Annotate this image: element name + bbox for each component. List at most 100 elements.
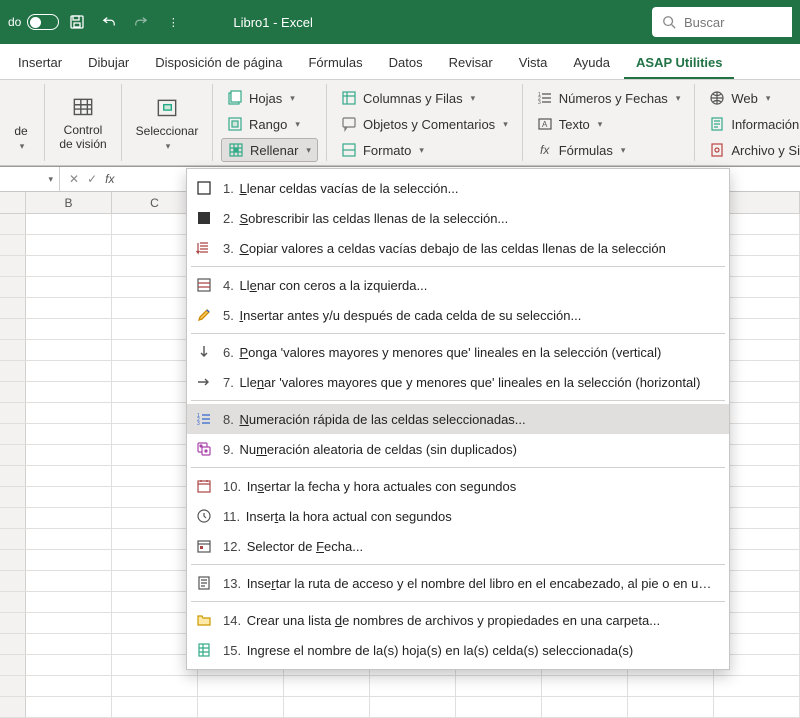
cell[interactable] xyxy=(198,676,284,696)
menu-item-8[interactable]: 1238. Numeración rápida de las celdas se… xyxy=(187,404,729,434)
row-header[interactable] xyxy=(0,508,26,528)
cell[interactable] xyxy=(370,697,456,717)
cell[interactable] xyxy=(714,697,800,717)
row-header[interactable] xyxy=(0,592,26,612)
row-header[interactable] xyxy=(0,466,26,486)
row-header[interactable] xyxy=(0,277,26,297)
btn-formulas[interactable]: fxFórmulas▾ xyxy=(531,138,687,162)
tab-formulas[interactable]: Fórmulas xyxy=(296,47,374,79)
cell[interactable] xyxy=(456,676,542,696)
name-box[interactable]: ▾ xyxy=(0,167,60,191)
cell[interactable] xyxy=(26,529,112,549)
cell[interactable] xyxy=(628,697,714,717)
menu-item-7[interactable]: 7. Llenar 'valores mayores que y menores… xyxy=(187,367,729,397)
cell[interactable] xyxy=(284,676,370,696)
tab-disposicion[interactable]: Disposición de página xyxy=(143,47,294,79)
menu-item-10[interactable]: 10. Insertar la fecha y hora actuales co… xyxy=(187,471,729,501)
cell[interactable] xyxy=(26,571,112,591)
btn-rango[interactable]: Rango▾ xyxy=(221,112,318,136)
tab-asap-utilities[interactable]: ASAP Utilities xyxy=(624,47,734,79)
row-header[interactable] xyxy=(0,571,26,591)
ribbon-big-vision[interactable]: Control de visión xyxy=(53,86,113,160)
qat-customize-icon[interactable]: ⋮ xyxy=(159,8,187,36)
menu-item-12[interactable]: 12. Selector de Fecha... xyxy=(187,531,729,561)
row-header[interactable] xyxy=(0,445,26,465)
cell[interactable] xyxy=(26,466,112,486)
cell[interactable] xyxy=(198,697,284,717)
cell[interactable] xyxy=(26,655,112,675)
cell[interactable] xyxy=(26,235,112,255)
btn-informacion[interactable]: Información▾ xyxy=(703,112,800,136)
row-header[interactable] xyxy=(0,382,26,402)
cell[interactable] xyxy=(26,277,112,297)
btn-formato[interactable]: Formato▾ xyxy=(335,138,514,162)
btn-archivo-sistema[interactable]: Archivo y Sistema▾ xyxy=(703,138,800,162)
ribbon-big-seleccionar[interactable]: Seleccionar ▾ xyxy=(130,86,204,160)
btn-rellenar[interactable]: Rellenar▾ xyxy=(221,138,318,162)
menu-item-11[interactable]: 11. Inserta la hora actual con segundos xyxy=(187,501,729,531)
cell[interactable] xyxy=(26,340,112,360)
ribbon-big-de[interactable]: de ▾ xyxy=(6,86,36,160)
row-header[interactable] xyxy=(0,634,26,654)
row-header[interactable] xyxy=(0,424,26,444)
cell[interactable] xyxy=(26,697,112,717)
cell[interactable] xyxy=(284,697,370,717)
col-header[interactable]: B xyxy=(26,192,112,213)
cell[interactable] xyxy=(26,613,112,633)
cell[interactable] xyxy=(26,676,112,696)
row-header[interactable] xyxy=(0,256,26,276)
row-header[interactable] xyxy=(0,298,26,318)
row-header[interactable] xyxy=(0,550,26,570)
btn-columnas-filas[interactable]: Columnas y Filas▾ xyxy=(335,86,514,110)
cell[interactable] xyxy=(456,697,542,717)
tab-datos[interactable]: Datos xyxy=(377,47,435,79)
tab-insertar[interactable]: Insertar xyxy=(6,47,74,79)
cell[interactable] xyxy=(26,361,112,381)
cell[interactable] xyxy=(26,214,112,234)
cell[interactable] xyxy=(26,508,112,528)
cell[interactable] xyxy=(26,445,112,465)
cell[interactable] xyxy=(26,487,112,507)
menu-item-15[interactable]: 15. Ingrese el nombre de la(s) hoja(s) e… xyxy=(187,635,729,665)
cell[interactable] xyxy=(26,550,112,570)
accept-formula-icon[interactable]: ✓ xyxy=(84,172,100,186)
cell[interactable] xyxy=(26,403,112,423)
undo-icon[interactable] xyxy=(95,8,123,36)
cell[interactable] xyxy=(26,382,112,402)
cell[interactable] xyxy=(26,424,112,444)
cell[interactable] xyxy=(26,256,112,276)
row-header[interactable] xyxy=(0,697,26,717)
btn-numeros-fechas[interactable]: 123Números y Fechas▾ xyxy=(531,86,687,110)
menu-item-2[interactable]: 2. Sobrescribir las celdas llenas de la … xyxy=(187,203,729,233)
cell[interactable] xyxy=(26,319,112,339)
row-header[interactable] xyxy=(0,655,26,675)
save-icon[interactable] xyxy=(63,8,91,36)
menu-item-9[interactable]: 9. Numeración aleatoria de celdas (sin d… xyxy=(187,434,729,464)
menu-item-5[interactable]: 5. Insertar antes y/u después de cada ce… xyxy=(187,300,729,330)
tab-vista[interactable]: Vista xyxy=(507,47,560,79)
cell[interactable] xyxy=(112,697,198,717)
row-header[interactable] xyxy=(0,214,26,234)
btn-objetos[interactable]: Objetos y Comentarios▾ xyxy=(335,112,514,136)
autosave-toggle[interactable] xyxy=(27,14,59,30)
btn-hojas[interactable]: Hojas▾ xyxy=(221,86,318,110)
menu-item-13[interactable]: 13. Insertar la ruta de acceso y el nomb… xyxy=(187,568,729,598)
cell[interactable] xyxy=(542,697,628,717)
cell[interactable] xyxy=(628,676,714,696)
cell[interactable] xyxy=(542,676,628,696)
row-header[interactable] xyxy=(0,235,26,255)
menu-item-4[interactable]: 4. Llenar con ceros a la izquierda... xyxy=(187,270,729,300)
row-header[interactable] xyxy=(0,361,26,381)
cell[interactable] xyxy=(112,676,198,696)
row-header[interactable] xyxy=(0,529,26,549)
fx-icon[interactable]: fx xyxy=(102,172,117,186)
row-header[interactable] xyxy=(0,403,26,423)
tab-revisar[interactable]: Revisar xyxy=(437,47,505,79)
row-header[interactable] xyxy=(0,319,26,339)
menu-item-3[interactable]: 3. Copiar valores a celdas vacías debajo… xyxy=(187,233,729,263)
btn-web[interactable]: Web▾ xyxy=(703,86,800,110)
cell[interactable] xyxy=(370,676,456,696)
menu-item-6[interactable]: 6. Ponga 'valores mayores y menores que'… xyxy=(187,337,729,367)
btn-texto[interactable]: ATexto▾ xyxy=(531,112,687,136)
cell[interactable] xyxy=(26,298,112,318)
